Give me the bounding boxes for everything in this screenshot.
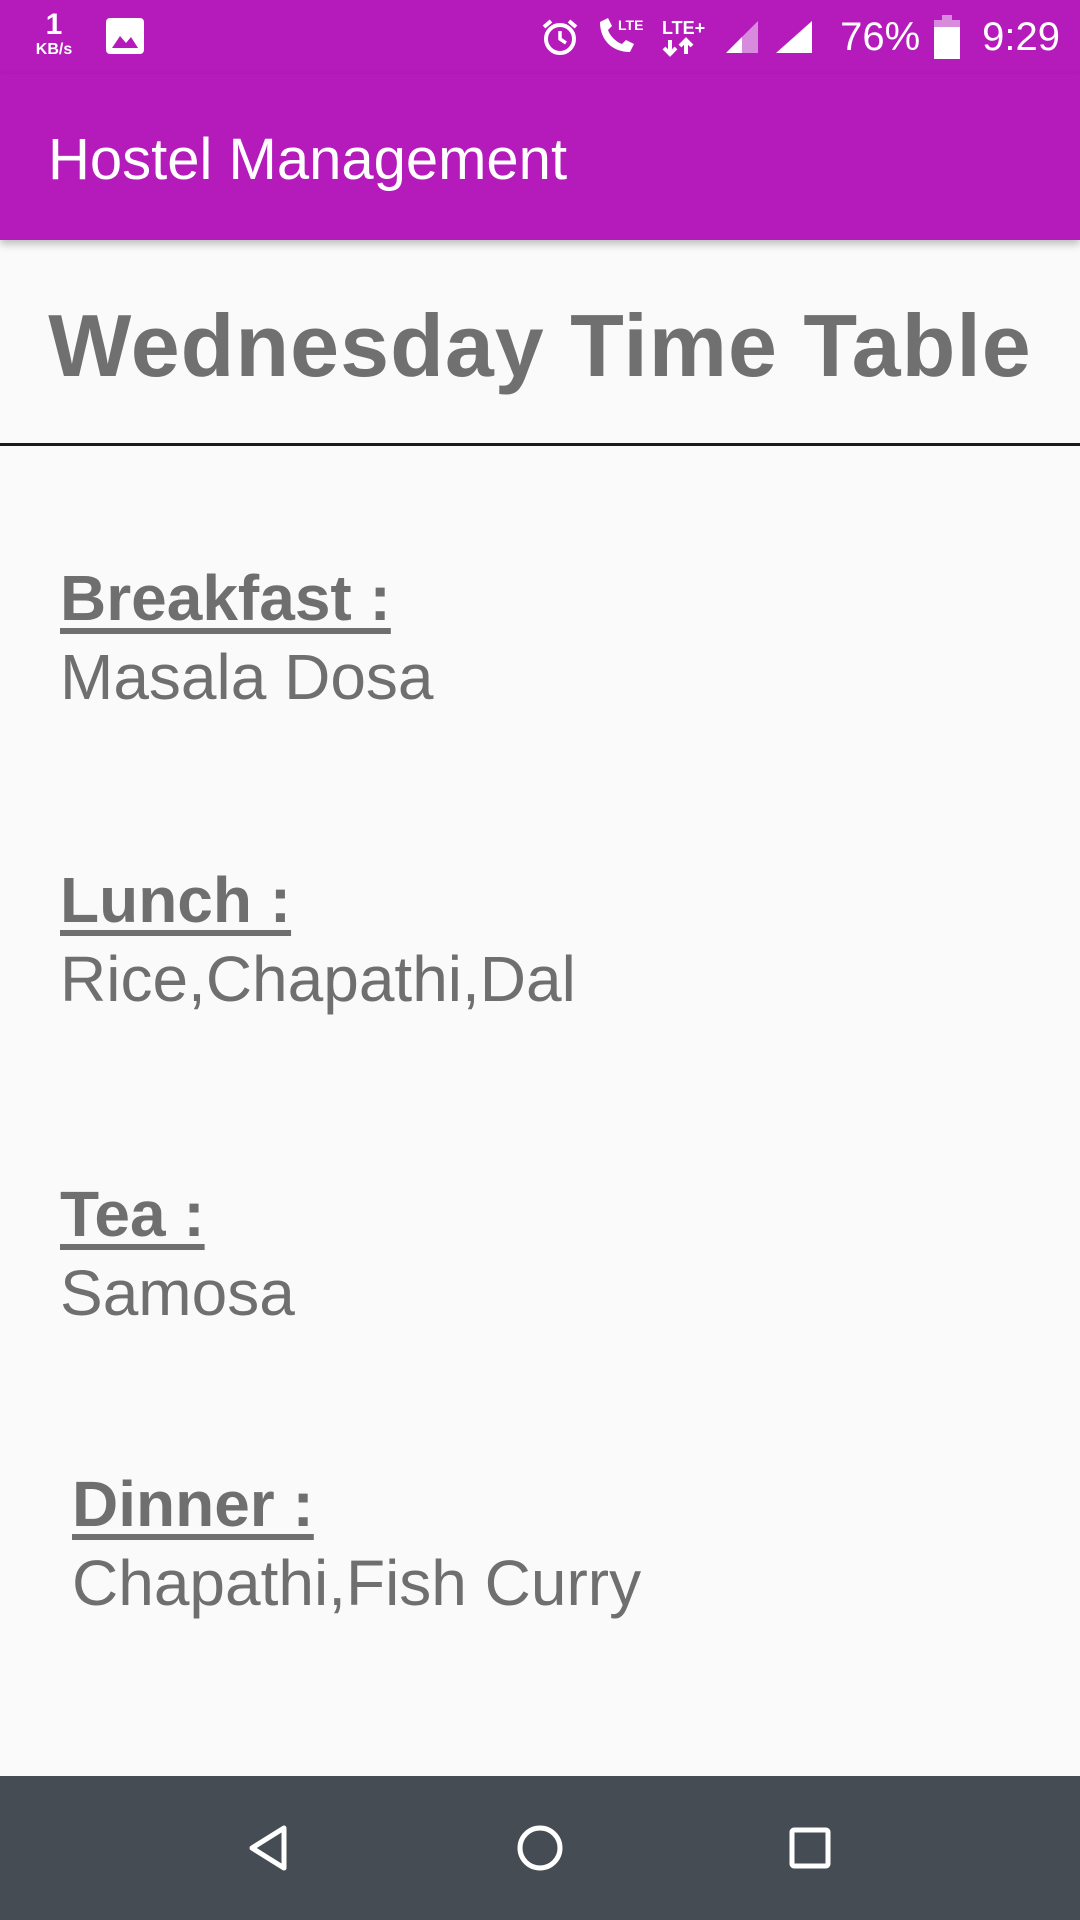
clock: 9:29 [982,14,1060,59]
meal-breakfast: Breakfast : Masala Dosa [60,560,434,716]
status-bar: 1 KB/s LTE LTE+ 76% 9:29 [0,0,1080,74]
meal-tea: Tea : Samosa [60,1176,295,1332]
recents-icon[interactable] [778,1816,842,1880]
lte-call-icon: LTE [594,16,644,58]
meal-label: Dinner : [72,1468,314,1540]
network-speed-unit: KB/s [35,41,73,58]
network-speed-value: 1 [45,8,63,41]
meal-item: Samosa [60,1256,295,1329]
meal-label: Tea : [60,1178,205,1250]
signal-icon [724,19,760,55]
app-bar: Hostel Management [0,74,1080,240]
meal-label: Breakfast : [60,562,391,634]
battery-icon [934,15,961,59]
divider [0,443,1080,446]
svg-text:LTE: LTE [618,17,643,33]
meal-item: Masala Dosa [60,640,434,713]
meal-item: Rice,Chapathi,Dal [60,942,576,1015]
status-icons: LTE LTE+ 76% 9:29 [526,0,1060,74]
back-icon[interactable] [238,1816,302,1880]
alarm-icon [540,17,580,57]
lte-plus-data-icon: LTE+ [658,16,710,58]
meal-lunch: Lunch : Rice,Chapathi,Dal [60,862,576,1018]
meal-item: Chapathi,Fish Curry [72,1546,642,1619]
signal-icon [774,19,814,55]
svg-text:LTE+: LTE+ [662,18,705,38]
meal-label: Lunch : [60,864,292,936]
network-speed-indicator: 1 KB/s [26,10,82,58]
meal-dinner: Dinner : Chapathi,Fish Curry [72,1466,641,1622]
gallery-icon [104,16,146,56]
page-title: Wednesday Time Table [48,296,1032,395]
battery-percentage: 76% [840,14,921,59]
main-content: Wednesday Time Table Breakfast : Masala … [0,240,1080,1776]
navigation-bar [0,1776,1080,1920]
home-icon[interactable] [508,1816,572,1880]
app-title: Hostel Management [48,127,568,192]
